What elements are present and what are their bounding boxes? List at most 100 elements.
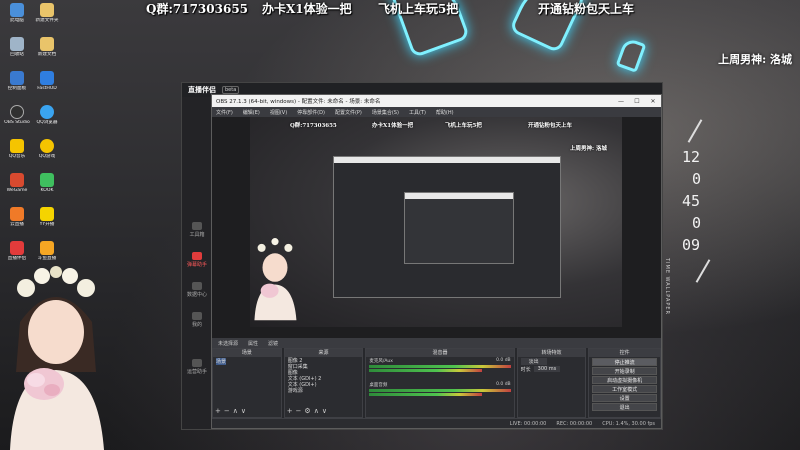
mixer-dock-title: 混音器 (366, 349, 514, 357)
close-icon[interactable]: ✕ (645, 98, 661, 105)
desktop-icon[interactable]: OBS Studio (0, 105, 34, 126)
desktop-icon[interactable]: FastHUD (30, 71, 64, 92)
mixer-track[interactable]: 桌面音频 0.0 dB (366, 381, 513, 397)
desktop-icon[interactable]: 控制面板 (0, 71, 34, 92)
status-cpu: CPU: 1.4%, 30.00 fps (602, 420, 655, 427)
transitions-dock: 转场特效 淡出 时长 300 ms (516, 348, 587, 418)
desktop-icon[interactable]: KOOK (30, 173, 64, 194)
clock-hour: 12 (682, 148, 701, 166)
desktop-icon[interactable]: QQ浏览器 (30, 105, 64, 126)
obs-source-toolbar: 未选择源 属性 滤镜 (212, 338, 661, 348)
preview-nested-obs-inner (404, 192, 514, 264)
desktop-icon[interactable]: 此电脑 (0, 3, 34, 24)
menu-scene-collection[interactable]: 场景集合(S) (372, 109, 399, 116)
desktop-icon[interactable]: YY开播 (30, 207, 64, 228)
pc-icon (10, 3, 24, 17)
obs-window: OBS 27.1.3 (64-bit, windows) - 配置文件: 未命名… (211, 94, 662, 429)
control-panel-icon (10, 71, 24, 85)
desktop-icon[interactable]: 新建文件夹 (30, 3, 64, 24)
virtual-camera-button[interactable]: 启动虚拟摄像机 (592, 376, 657, 384)
preview-overlay-card: 办卡X1体验一把 (372, 123, 414, 129)
source-item[interactable]: 游戏源 (285, 387, 363, 394)
user-icon (192, 312, 202, 320)
menu-file[interactable]: 文件(F) (216, 109, 233, 116)
wegame-icon (10, 173, 24, 187)
controls-dock-title: 控件 (589, 349, 660, 357)
preview-avatar-photo (254, 238, 297, 321)
settings-button[interactable]: 设置 (592, 394, 657, 402)
sidebar-item-data[interactable]: 数据中心 (186, 282, 208, 298)
preview-nested-obs (333, 156, 561, 298)
chat-icon (40, 173, 54, 187)
mixer-track[interactable]: 麦克风/Aux 0.0 dB (366, 357, 513, 373)
sidebar-item-danmu[interactable]: 弹幕助手 (186, 252, 208, 268)
stop-streaming-button[interactable]: 停止推流 (592, 358, 657, 366)
clock-digit: 0 (692, 170, 702, 188)
obs-preview[interactable]: Q群:717303655 办卡X1体验一把 飞机上车玩5把 开通钻粉包天上车 上… (212, 117, 661, 338)
volume-slider[interactable] (369, 393, 483, 396)
status-live: LIVE: 00:00:00 (509, 420, 547, 427)
music-icon (10, 139, 24, 153)
obs-title-text: OBS 27.1.3 (64-bit, windows) - 配置文件: 未命名… (216, 99, 381, 105)
chart-icon (192, 282, 202, 290)
audio-meter (369, 389, 511, 392)
clock-digit: 0 (692, 214, 702, 232)
clock-second: 09 (682, 236, 701, 254)
clock-slash (695, 259, 711, 283)
browser-icon (40, 105, 54, 119)
minimize-icon[interactable]: — (613, 98, 629, 105)
preview-overlay-fan: 开通钻粉包天上车 (528, 123, 573, 129)
menu-profile[interactable]: 配置文件(P) (335, 109, 362, 116)
filters-button[interactable]: 滤镜 (268, 340, 278, 347)
menu-edit[interactable]: 编辑(E) (243, 109, 260, 116)
app-badge: beta (222, 86, 240, 94)
document-icon (40, 37, 54, 51)
menu-docks[interactable]: 停靠部件(D) (297, 109, 325, 116)
recycle-bin-icon (10, 37, 24, 51)
toolbox-icon (192, 222, 202, 230)
transition-duration[interactable]: 时长 300 ms (518, 365, 586, 373)
source-controls[interactable]: +−⚙∧∨ (287, 407, 330, 415)
camera-icon (192, 359, 202, 367)
overlay-fan-promo: 开通钻粉包天上车 (538, 2, 635, 16)
streamer-avatar-photo (10, 266, 104, 450)
exit-button[interactable]: 退出 (592, 403, 657, 411)
status-rec: REC: 00:00:00 (556, 420, 593, 427)
overlay-qq-group: Q群:717303655 (146, 2, 249, 16)
danmu-icon (192, 252, 202, 260)
sidebar-item-me[interactable]: 我的 (186, 312, 208, 328)
transition-select[interactable]: 淡出 (518, 357, 586, 365)
desktop-icon[interactable]: 云直播 (0, 207, 34, 228)
menu-tools[interactable]: 工具(T) (409, 109, 426, 116)
start-recording-button[interactable]: 开始录制 (592, 367, 657, 375)
properties-button[interactable]: 属性 (248, 340, 258, 347)
folder-icon (40, 3, 54, 17)
desktop-icon[interactable]: 新建文档 (30, 37, 64, 58)
scenes-dock: 场景 场景 +−∧∨ (212, 348, 282, 418)
desktop-icon[interactable]: QQ音乐 (0, 139, 34, 160)
app-sidebar: 工具箱 弹幕助手 数据中心 我的 运营助手 (182, 97, 212, 429)
desktop-icon[interactable]: QQ游戏 (30, 139, 64, 160)
volume-slider[interactable] (369, 369, 483, 372)
desktop-icon[interactable]: WeGame (0, 173, 34, 194)
scenes-dock-title: 场景 (213, 349, 281, 357)
overlay-card-promo: 办卡X1体验一把 (262, 2, 352, 16)
menu-view[interactable]: 视图(V) (270, 109, 287, 116)
desktop-icon[interactable]: 回收站 (0, 37, 34, 58)
studio-mode-button[interactable]: 工作室模式 (592, 385, 657, 393)
wallpaper-neon-ear-small (615, 37, 647, 73)
sidebar-item-toolbox[interactable]: 工具箱 (186, 222, 208, 238)
preview-overlay-plane: 飞机上车玩5把 (445, 123, 482, 129)
transitions-dock-title: 转场特效 (517, 349, 586, 357)
menu-help[interactable]: 帮助(H) (436, 109, 454, 116)
cloud-icon (10, 207, 24, 221)
scene-controls[interactable]: +−∧∨ (215, 407, 249, 415)
preview-stream-canvas: Q群:717303655 办卡X1体验一把 飞机上车玩5把 开通钻粉包天上车 上… (250, 117, 622, 327)
sources-dock: 来源 图像 2 窗口采集 图像 文本 (GDI+) 2 文本 (GDI+) 游戏… (283, 348, 364, 418)
no-source-selected: 未选择源 (218, 340, 239, 347)
maximize-icon[interactable]: ☐ (629, 98, 645, 105)
sidebar-item-ops[interactable]: 运营助手 (186, 359, 208, 375)
clock-minute: 45 (682, 192, 701, 210)
flash-icon (40, 71, 54, 85)
scene-item[interactable]: 场景 (213, 357, 281, 365)
